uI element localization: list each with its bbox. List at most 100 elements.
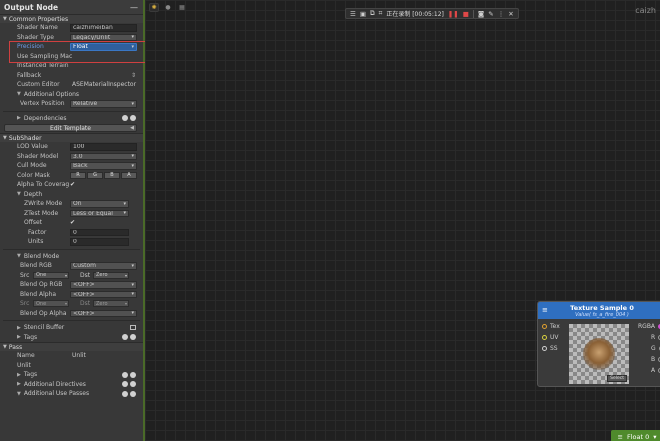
input-port-ss[interactable]: SS [542,345,558,352]
add-icon[interactable] [122,390,128,397]
common-properties-header[interactable]: ▼ Common Properties [0,14,143,23]
shader-name-field[interactable]: caizhimeiban [70,24,137,32]
instanced-terrain-row[interactable]: Instanced Terrain [0,61,143,71]
mask-r-toggle[interactable]: R [70,171,86,179]
blend-op-rgb-dropdown[interactable]: <OFF> [70,281,137,289]
collapse-arrow-icon: ▼ [3,344,7,350]
output-port-rgba[interactable]: RGBA [638,323,660,330]
shader-type-dropdown[interactable]: Legacy/Unlit [70,33,137,41]
additional-options-foldout[interactable]: ▼ Additional Options [0,90,143,100]
list-icon[interactable]: ☰ [350,10,356,18]
lod-field[interactable]: 100 [70,143,137,151]
close-icon[interactable]: ✕ [508,10,513,18]
blend-alpha-dropdown[interactable]: <OFF> [70,290,137,298]
pause-icon[interactable]: ❚❚ [448,10,459,18]
custom-editor-field[interactable]: ASEMaterialInspector [70,81,137,89]
node-subtitle: Value( fs_a_fire_004 ) [575,311,629,318]
precision-dropdown[interactable]: Float [70,43,137,51]
subshader-header[interactable]: ▼ SubShader [0,133,143,142]
zwrite-row: ZWrite Mode On [0,199,143,209]
pass-name-row: Name Unlit [0,351,143,361]
texture-preview: Select [569,324,629,384]
camera-icon[interactable]: ◙ [478,10,484,18]
collapse-arrow-icon: ▼ [3,16,7,22]
canvas-toolbar: ✺ ● ▦ [149,3,187,12]
cull-mode-dropdown[interactable]: Back [70,162,137,170]
depth-foldout[interactable]: ▼ Depth [0,190,143,200]
dependencies-foldout[interactable]: ▶ Dependencies [0,114,143,124]
remove-icon[interactable] [130,390,136,397]
dst-dropdown[interactable]: Zero [93,271,129,279]
mask-a-toggle[interactable]: A [121,171,137,179]
alpha-coverage-checkbox[interactable]: ✔ [68,181,137,189]
add-icon[interactable] [122,334,128,341]
additional-use-passes-foldout[interactable]: ▼ Additional Use Passes [0,389,143,399]
chevron-down-icon[interactable]: ▾ [653,433,656,441]
src2-dropdown[interactable]: One [33,300,69,308]
ztest-dropdown[interactable]: Less or Equal [70,209,129,217]
node-header[interactable]: ≡ Texture Sample 0 Value( fs_a_fire_004 … [538,302,660,319]
dst2-dropdown[interactable]: Zero [93,300,129,308]
stop-icon[interactable]: ■ [463,10,469,18]
remove-icon[interactable] [130,115,136,122]
pen-icon[interactable]: ✎ [488,10,493,18]
updown-icon[interactable]: ⇕ [131,72,136,79]
mask-b-toggle[interactable]: B [104,171,120,179]
crop-icon[interactable]: ⌗ [379,9,383,18]
pass-tags-foldout[interactable]: ▶ Tags [0,370,143,380]
share-icon[interactable]: ⋮ [498,10,505,18]
output-port-g[interactable]: G [651,345,660,352]
units-field[interactable]: 0 [70,238,129,246]
expand-arrow-icon: ▶ [17,115,21,122]
pass-name-field[interactable]: Unlit [70,352,137,360]
menu-icon[interactable]: ≡ [542,306,548,314]
blend-rgb-dropdown[interactable]: Custom [70,262,137,270]
output-port-a[interactable]: A [651,367,660,374]
circle-icon[interactable]: ● [163,3,173,12]
blend-alpha-src-dst-row: Src One Dst Zero [0,299,143,309]
stencil-buffer-foldout[interactable]: ▶ Stencil Buffer [0,323,143,333]
output-port-r[interactable]: R [651,334,660,341]
shader-model-dropdown[interactable]: 3.0 [70,152,137,160]
blend-mode-foldout[interactable]: ▼ Blend Mode [0,252,143,262]
add-icon[interactable] [122,371,128,378]
additional-directives-foldout[interactable]: ▶ Additional Directives [0,380,143,390]
inspector-title: Output Node [4,2,59,12]
grid-icon[interactable]: ▦ [177,3,187,12]
window-icon[interactable]: ▣ [360,10,366,18]
divider [3,248,140,250]
graph-canvas[interactable]: ✺ ● ▦ ☰ ▣ ⧉ ⌗ 正在录制 [00:05:12] ❚❚ ■ ◙ ✎ ⋮… [145,0,660,441]
subshader-tags-foldout[interactable]: ▶ Tags [0,333,143,343]
recording-timer: 正在录制 [00:05:12] [386,11,444,18]
texture-sample-node[interactable]: ≡ Texture Sample 0 Value( fs_a_fire_004 … [537,301,660,387]
input-port-tex[interactable]: Tex [542,323,560,330]
zwrite-dropdown[interactable]: On [70,200,129,208]
menu-icon[interactable]: ≡ [618,433,623,441]
offset-checkbox[interactable]: ✔ [68,219,137,227]
units-row: Units 0 [0,237,143,247]
output-port-b[interactable]: B [651,356,660,363]
inspector-header: Output Node — [0,0,143,14]
remove-icon[interactable] [130,381,136,388]
sun-icon[interactable]: ✺ [149,3,159,12]
collapse-arrow-icon: ▼ [3,135,7,141]
add-icon[interactable] [122,381,128,388]
add-icon[interactable] [122,115,128,122]
vertex-position-dropdown[interactable]: Relative [70,100,137,108]
toggle-box-icon[interactable] [130,325,136,331]
select-texture-button[interactable]: Select [607,375,627,382]
pass-header[interactable]: ▼ Pass [0,342,143,351]
blend-op-alpha-dropdown[interactable]: <OFF> [70,309,137,317]
minimize-icon[interactable]: — [130,3,138,12]
input-port-uv[interactable]: UV [542,334,559,341]
remove-icon[interactable] [130,371,136,378]
remove-icon[interactable] [130,334,136,341]
float-node[interactable]: ≡ Float 0 ▾ [611,430,660,441]
factor-field[interactable]: 0 [70,228,129,236]
use-sampling-row[interactable]: Use Sampling Mac [0,52,143,62]
vertex-position-row: Vertex Position Relative [0,99,143,109]
src-dropdown[interactable]: One [33,271,69,279]
layers-icon[interactable]: ⧉ [370,9,375,18]
edit-template-button[interactable]: Edit Template ◀ [4,124,137,132]
mask-g-toggle[interactable]: G [87,171,103,179]
